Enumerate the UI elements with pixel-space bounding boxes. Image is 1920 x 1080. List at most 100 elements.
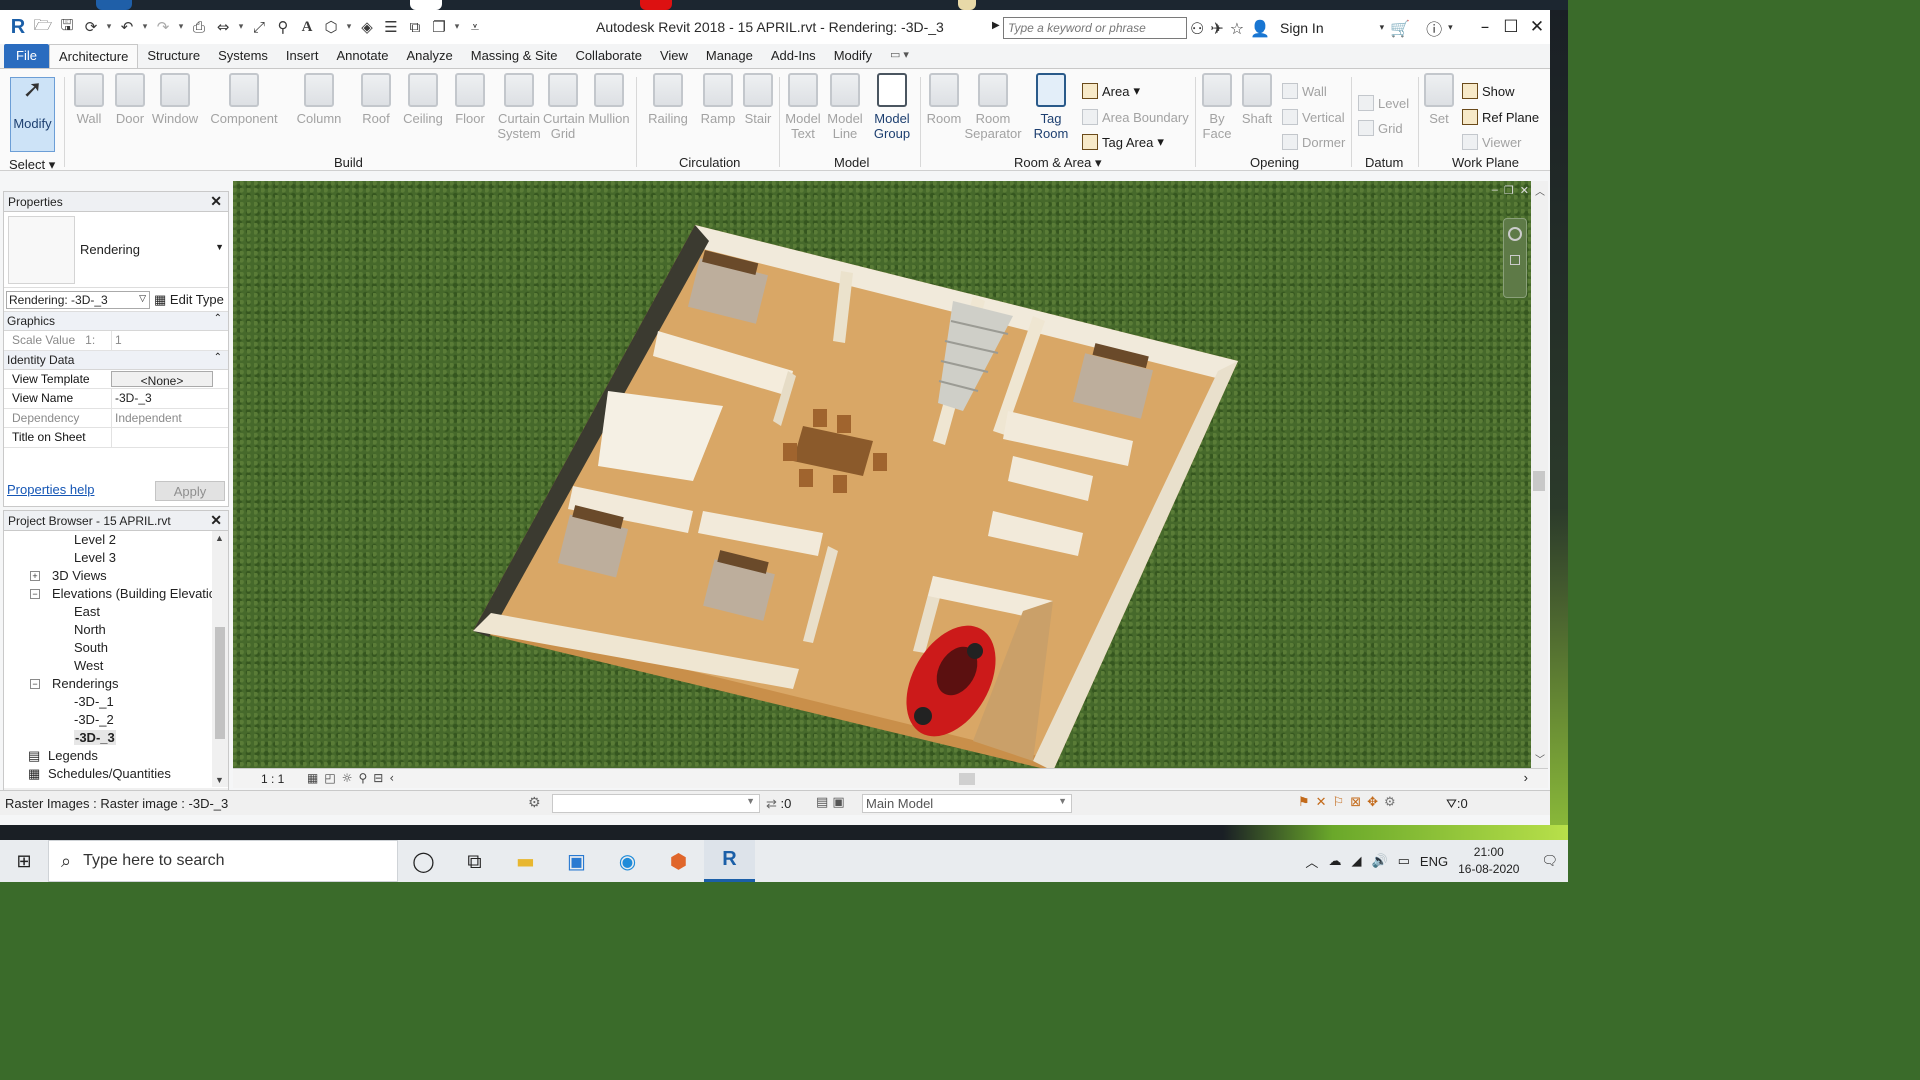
graphics-section[interactable]: Graphics ⌃ [4, 312, 228, 331]
open-icon[interactable]: 🗁 [32, 16, 54, 38]
sun-path-icon[interactable]: ☼ [342, 771, 353, 785]
modify-button[interactable]: ➚ Modify [10, 77, 55, 152]
curtain-system-button[interactable]: Curtain System [497, 73, 541, 141]
collapse-icon[interactable]: ⌃ [214, 313, 222, 324]
restore-icon[interactable]: ❐ [1504, 184, 1514, 197]
view-name-field[interactable]: -3D-_3 [111, 389, 213, 408]
tab-architecture[interactable]: Architecture [48, 44, 139, 68]
close-icon[interactable]: ✕ [1520, 184, 1529, 197]
chevron-down-icon[interactable]: ▾ [104, 16, 114, 38]
navigation-bar[interactable] [1503, 218, 1527, 298]
dormer-button[interactable]: Dormer [1282, 134, 1345, 150]
switch-windows-icon[interactable]: ❐ [428, 16, 450, 38]
door-button[interactable]: Door [114, 73, 146, 126]
tree-item-3d-2[interactable]: -3D-_2 [4, 711, 212, 729]
tab-add-ins[interactable]: Add-Ins [762, 44, 825, 68]
active-workset-select[interactable]: ▼ [552, 794, 760, 813]
network-icon[interactable]: ◢ [1351, 854, 1361, 869]
model-text-button[interactable]: Model Text [784, 73, 822, 141]
vertical-opening-button[interactable]: Vertical [1282, 109, 1345, 125]
help-icon[interactable]: ⓘ [1426, 16, 1442, 40]
volume-icon[interactable]: 🔊 [1371, 854, 1387, 869]
tree-item-south[interactable]: South [4, 639, 212, 657]
shaft-button[interactable]: Shaft [1238, 73, 1276, 126]
detail-level-icon[interactable]: ▦ [307, 771, 318, 785]
zoom-icon[interactable] [1510, 255, 1520, 265]
pc-settings-icon[interactable]: ▣ [551, 840, 602, 882]
tree-item-level-3[interactable]: Level 3 [4, 549, 212, 567]
tree-item-east[interactable]: East [4, 603, 212, 621]
set-button[interactable]: Set [1424, 73, 1454, 126]
component-button[interactable]: Component [210, 73, 278, 126]
area-button[interactable]: Area ▾ [1082, 83, 1140, 99]
scroll-thumb[interactable] [215, 627, 225, 739]
room-button[interactable]: Room [926, 73, 962, 126]
ceiling-button[interactable]: Ceiling [401, 73, 445, 126]
grid-button[interactable]: Grid [1358, 120, 1403, 136]
mullion-button[interactable]: Mullion [586, 73, 632, 126]
help-search-input[interactable]: Type a keyword or phrase [1003, 17, 1187, 39]
chevron-down-icon[interactable]: ▾ [140, 16, 150, 38]
tree-item-level-2[interactable]: Level 2 [4, 531, 212, 549]
tab-structure[interactable]: Structure [138, 44, 209, 68]
design-option-select[interactable]: Main Model ▼ [862, 794, 1072, 813]
tab-insert[interactable]: Insert [277, 44, 328, 68]
tag-room-button[interactable]: Tag Room [1030, 73, 1072, 141]
select-dropdown[interactable]: Select ▾ [9, 157, 55, 173]
language-indicator[interactable]: ENG [1420, 854, 1448, 869]
tab-massing-site[interactable]: Massing & Site [462, 44, 567, 68]
text-icon[interactable]: A [296, 16, 318, 38]
file-explorer-icon[interactable]: ▬ [500, 840, 551, 882]
show-button[interactable]: Show [1462, 83, 1515, 99]
chevron-down-icon[interactable]: ▼ [215, 242, 224, 252]
taskbar-search-box[interactable]: ⌕ Type here to search [48, 840, 398, 882]
chevron-down-icon[interactable]: ▾ [176, 16, 186, 38]
viewport-vertical-scrollbar[interactable]: ︿ ﹀ [1531, 181, 1548, 768]
window-button[interactable]: Window [150, 73, 200, 126]
scroll-down-icon[interactable]: ﹀ [1535, 751, 1545, 766]
ribbon-display-toggle-icon[interactable]: ▭ ▾ [881, 44, 918, 68]
print-icon[interactable]: ⎙ [188, 16, 210, 38]
tag-icon[interactable]: ⚲ [272, 16, 294, 38]
undo-icon[interactable]: ↶ [116, 16, 138, 38]
scroll-left-icon[interactable]: ‹ [389, 771, 394, 785]
room-area-group-label[interactable]: Room & Area ▾ [1014, 155, 1101, 171]
tree-item-schedules[interactable]: ▦ Schedules/Quantities [4, 765, 212, 783]
scroll-right-icon[interactable]: › [1524, 770, 1528, 785]
chevron-down-icon[interactable]: ▾ [1448, 23, 1453, 33]
sign-in-link[interactable]: Sign In [1280, 20, 1324, 36]
measure-icon[interactable]: ⇔ [212, 16, 234, 38]
tree-item-3d-views[interactable]: +3D Views [4, 567, 212, 585]
design-options-icon[interactable]: ▤ ▣ [816, 795, 845, 810]
close-icon[interactable]: ✕ [1524, 10, 1550, 44]
view-scale[interactable]: 1 : 1 [261, 772, 284, 786]
tab-manage[interactable]: Manage [697, 44, 762, 68]
cortana-icon[interactable]: ◯ [398, 840, 449, 882]
horizontal-scroll-thumb[interactable] [959, 773, 975, 785]
onedrive-icon[interactable]: ☁ [1328, 854, 1341, 869]
star-icon[interactable]: ☆ [1230, 19, 1244, 38]
close-icon[interactable]: ✕ [210, 512, 222, 529]
autodesk-app-icon[interactable]: ⬢ [653, 840, 704, 882]
wall-button[interactable]: Wall [72, 73, 106, 126]
curtain-grid-button[interactable]: Curtain Grid [543, 73, 585, 141]
tab-file[interactable]: File [4, 44, 49, 68]
tab-annotate[interactable]: Annotate [327, 44, 397, 68]
redo-icon[interactable]: ↷ [152, 16, 174, 38]
aligned-dimension-icon[interactable]: ⤢ [248, 16, 270, 38]
browser-vertical-scrollbar[interactable]: ▲ ▼ [212, 531, 228, 787]
chevron-down-icon[interactable]: ▾ [344, 16, 354, 38]
title-on-sheet-field[interactable] [111, 428, 213, 447]
revit-taskbar-icon[interactable]: R [704, 840, 755, 882]
3d-view-icon[interactable]: ⬡ [320, 16, 342, 38]
scroll-thumb[interactable] [1533, 471, 1545, 491]
drag-elements-icon[interactable]: ✥ [1367, 795, 1378, 810]
wall-opening-button[interactable]: Wall [1282, 83, 1327, 99]
binoculars-icon[interactable]: ⚇ [1190, 19, 1204, 38]
save-icon[interactable]: 🖫 [56, 16, 78, 38]
ramp-button[interactable]: Ramp [700, 73, 736, 126]
tab-analyze[interactable]: Analyze [397, 44, 461, 68]
worksets-icon[interactable]: ⚙ [528, 795, 541, 811]
tree-item-3d-3[interactable]: -3D-_3 [4, 729, 212, 747]
chevron-up-icon[interactable]: ︿ [1305, 852, 1318, 871]
